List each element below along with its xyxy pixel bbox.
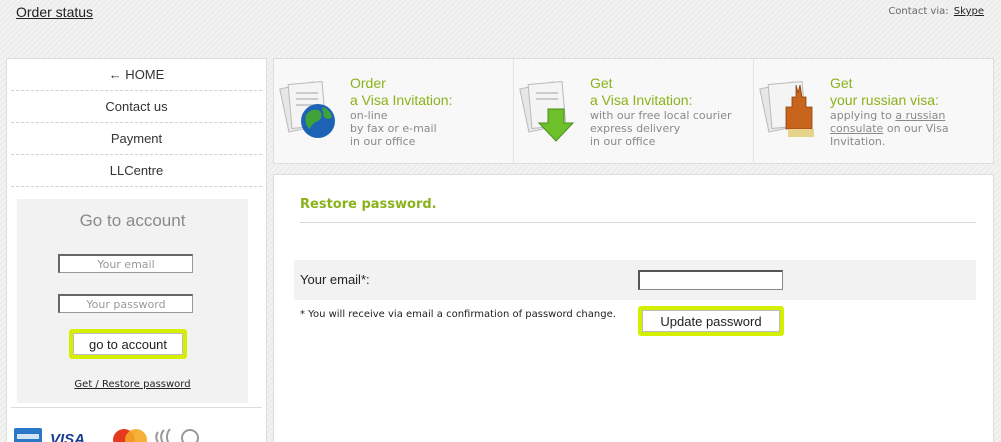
info-line: express delivery [590,122,681,135]
info-panel-order[interactable]: Order a Visa Invitation: on-line by fax … [274,59,514,163]
info-text-fragment: applying to [830,109,896,122]
restore-password-link[interactable]: Get / Restore password [17,379,248,390]
info-line: in our office [590,135,656,148]
visa-card-icon: VISA [50,431,85,442]
info-subtitle: your russian visa: [830,92,939,108]
info-title: Order [350,75,386,91]
globe-documents-icon [279,81,335,138]
login-password-input[interactable] [58,294,193,313]
page-title: Restore password. [300,197,437,212]
info-panel-get-invitation[interactable]: Get a Visa Invitation: with our free loc… [514,59,754,163]
payment-cards: VISA [14,422,214,442]
info-line: by fax or e-mail [350,122,437,135]
info-text-get-invitation: Get a Visa Invitation: with our free loc… [590,75,750,148]
contact-label: Contact via: [888,6,949,17]
go-to-account-button[interactable]: go to account [73,333,183,355]
restore-email-input[interactable] [638,270,783,290]
skype-link[interactable]: Skype [954,6,984,17]
info-line: applying to a russian [830,109,990,122]
info-panels: Order a Visa Invitation: on-line by fax … [273,58,994,164]
confirmation-note: * You will receive via email a confirmat… [300,309,616,320]
nav-home[interactable]: ← HOME [11,59,262,91]
divider [300,222,976,223]
email-form-row: Your email*: [294,260,976,300]
info-line: on-line [350,109,388,122]
go-to-account-button-frame: go to account [69,329,187,359]
info-title: Get [830,75,853,91]
nav-contact-us[interactable]: Contact us [11,91,262,123]
account-title: Go to account [79,211,186,230]
info-text-fragment: on our Visa [883,122,949,135]
sidebar: ← HOME Contact us Payment LLCentre Go to… [6,58,267,442]
amex-card-icon [14,428,42,442]
main-content: Restore password. Your email*: * You wil… [273,174,994,442]
consulate-link[interactable]: consulate [830,122,883,135]
info-subtitle: a Visa Invitation: [350,92,453,108]
info-text-order: Order a Visa Invitation: on-line by fax … [350,75,510,148]
info-title: Get [590,75,613,91]
info-text-get-visa: Get your russian visa: applying to a rus… [830,75,990,148]
nav-payment[interactable]: Payment [11,123,262,155]
download-documents-icon [519,81,575,142]
nav-llcentre[interactable]: LLCentre [11,155,262,187]
email-label: Your email*: [300,272,370,287]
info-line: consulate on our Visa [830,122,990,135]
login-email-input[interactable] [58,254,193,273]
info-line: with our free local courier [590,109,732,122]
top-bar: Order status Contact via: Skype [0,0,1001,30]
svg-text:VISA: VISA [50,431,85,442]
info-panel-get-visa[interactable]: Get your russian visa: applying to a rus… [754,59,993,163]
info-line: in our office [350,135,416,148]
info-line: Invitation. [830,135,886,148]
update-password-button[interactable]: Update password [642,310,780,332]
info-subtitle: a Visa Invitation: [590,92,693,108]
order-status-link[interactable]: Order status [16,4,93,20]
account-login-box: Go to account go to account Get / Restor… [17,199,248,403]
mastercard-icon [113,429,147,442]
divider [11,407,262,408]
russian-consulate-link[interactable]: a russian [895,109,945,122]
update-password-button-frame: Update password [638,306,784,336]
contact-via: Contact via: Skype [888,6,984,17]
paypass-icon [155,428,199,442]
kremlin-documents-icon [759,81,814,137]
